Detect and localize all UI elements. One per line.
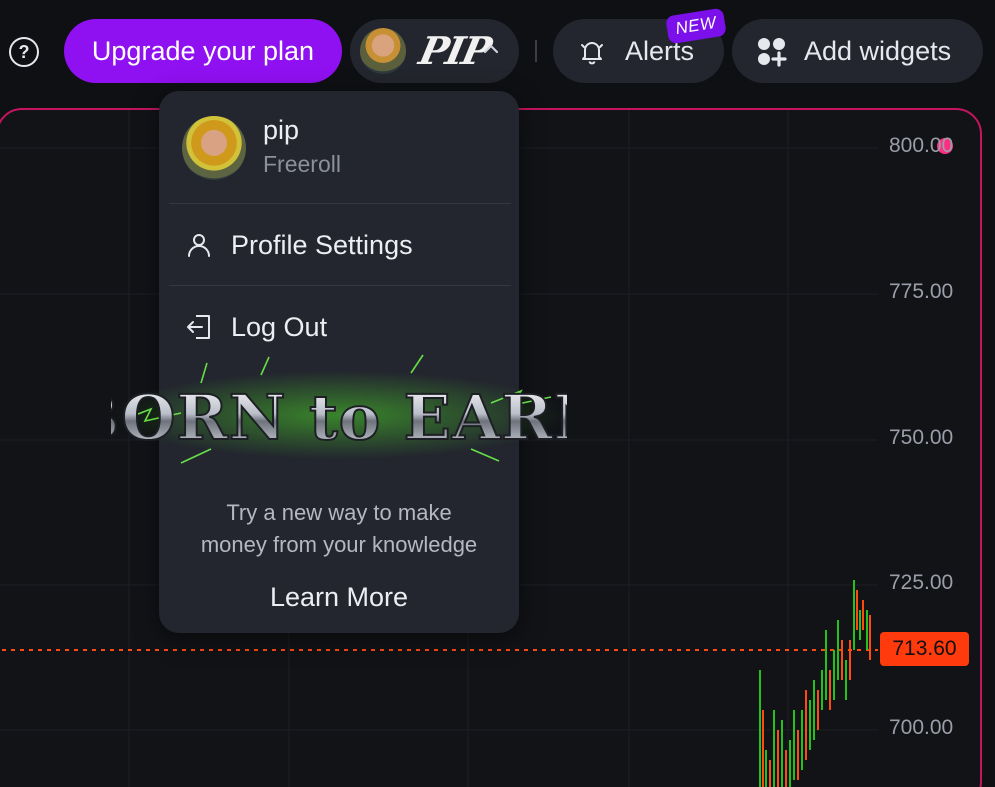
- promo-logo-text: BORN to EARN: [111, 381, 567, 454]
- candle: [773, 710, 775, 787]
- candle: [841, 640, 843, 680]
- candle: [853, 580, 855, 650]
- born-to-earn-logo[interactable]: BORN to EARN: [111, 353, 567, 471]
- candle: [837, 620, 839, 680]
- candle: [793, 710, 795, 780]
- candle: [781, 720, 783, 787]
- candles-layer: [759, 580, 871, 787]
- menu-item-log-out[interactable]: Log Out: [169, 297, 509, 357]
- candle: [762, 710, 764, 787]
- y-axis-label: 725.00: [889, 571, 954, 594]
- help-icon[interactable]: ?: [9, 37, 39, 67]
- add-widgets-label: Add widgets: [804, 36, 952, 66]
- candle: [862, 600, 864, 630]
- menu-divider: [169, 203, 511, 204]
- candle: [765, 750, 767, 787]
- user-name: pip: [263, 115, 300, 145]
- candle: [769, 760, 771, 787]
- candle: [809, 700, 811, 750]
- y-axis-label: 750.00: [889, 426, 954, 449]
- promo-line: Try a new way to make: [226, 500, 452, 525]
- current-price-tag: 713.60: [880, 632, 969, 666]
- avatar: [360, 28, 406, 74]
- learn-more-link[interactable]: Learn More: [239, 577, 439, 617]
- toolbar-divider: [535, 40, 537, 62]
- user-menu-button[interactable]: PIP: [350, 19, 519, 83]
- promo-description: Try a new way to make money from your kn…: [159, 497, 519, 561]
- candle: [829, 670, 831, 710]
- logout-icon: [187, 315, 210, 339]
- add-widgets-icon: [758, 38, 787, 67]
- candle: [825, 630, 827, 700]
- candle: [777, 730, 779, 787]
- y-axis-label: 800.00: [889, 134, 954, 157]
- user-icon: [188, 234, 210, 257]
- candle: [833, 650, 835, 700]
- candle: [813, 680, 815, 740]
- chevron-up-icon: [483, 44, 499, 54]
- user-tier: Freeroll: [263, 151, 341, 177]
- menu-item-label: Profile Settings: [231, 230, 413, 260]
- candle: [759, 670, 761, 787]
- candle: [789, 740, 791, 787]
- upgrade-plan-button[interactable]: Upgrade your plan: [64, 19, 342, 83]
- candle: [866, 610, 868, 650]
- candle: [801, 710, 803, 770]
- candle: [785, 750, 787, 787]
- candle: [849, 640, 851, 680]
- promo-line: money from your knowledge: [200, 532, 478, 557]
- candle: [821, 670, 823, 710]
- candle: [869, 615, 871, 660]
- candle: [856, 590, 858, 630]
- user-logo-text: PIP: [415, 28, 494, 73]
- y-axis-label: 700.00: [889, 716, 954, 739]
- bell-icon: [581, 42, 603, 65]
- top-bar: ? Upgrade your plan PIP Alerts NEW Add w…: [0, 0, 995, 100]
- candle: [805, 690, 807, 760]
- candle: [797, 730, 799, 780]
- candle: [859, 610, 861, 640]
- avatar: [182, 116, 246, 180]
- candle: [817, 690, 819, 730]
- menu-divider: [169, 285, 511, 286]
- y-axis-label: 775.00: [889, 280, 954, 303]
- menu-item-label: Log Out: [231, 312, 328, 342]
- add-widgets-button[interactable]: Add widgets: [732, 19, 983, 83]
- user-dropdown-menu: pip Freeroll Profile Settings Log Out OR…: [111, 91, 567, 633]
- menu-item-profile-settings[interactable]: Profile Settings: [169, 215, 509, 275]
- candle: [845, 660, 847, 700]
